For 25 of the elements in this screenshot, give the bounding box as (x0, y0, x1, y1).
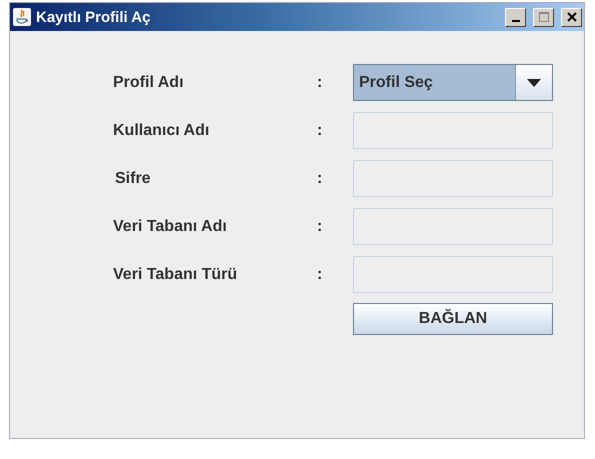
caret-icon (527, 78, 541, 86)
field-label: Veri Tabanı Türü (113, 266, 238, 284)
label-colon: : (316, 122, 324, 140)
label-colon: : (316, 170, 324, 188)
minimize-button[interactable] (505, 8, 526, 26)
label-colon: : (316, 74, 324, 92)
minimize-icon (512, 20, 520, 22)
field-label: Sifre (114, 170, 152, 188)
window-title: Kayıtlı Profili Aç (36, 8, 152, 26)
close-button[interactable] (561, 8, 582, 26)
input-field[interactable] (353, 112, 553, 149)
label-colon: : (316, 266, 324, 284)
coffee-cup-icon (13, 8, 31, 26)
label-colon: : (316, 218, 324, 236)
field-label: Profil Adı (113, 74, 185, 92)
close-icon (566, 11, 578, 23)
maximize-icon (538, 11, 550, 23)
field-label: Kullanıcı Adı (113, 122, 210, 140)
connect-button[interactable]: BAĞLAN (353, 303, 553, 335)
profile-dropdown[interactable]: Profil Seç (353, 64, 553, 101)
input-field[interactable] (353, 208, 553, 245)
maximize-button[interactable] (533, 8, 554, 26)
field-label: Veri Tabanı Adı (113, 218, 228, 236)
input-field[interactable] (353, 160, 553, 197)
input-field[interactable] (353, 256, 553, 293)
